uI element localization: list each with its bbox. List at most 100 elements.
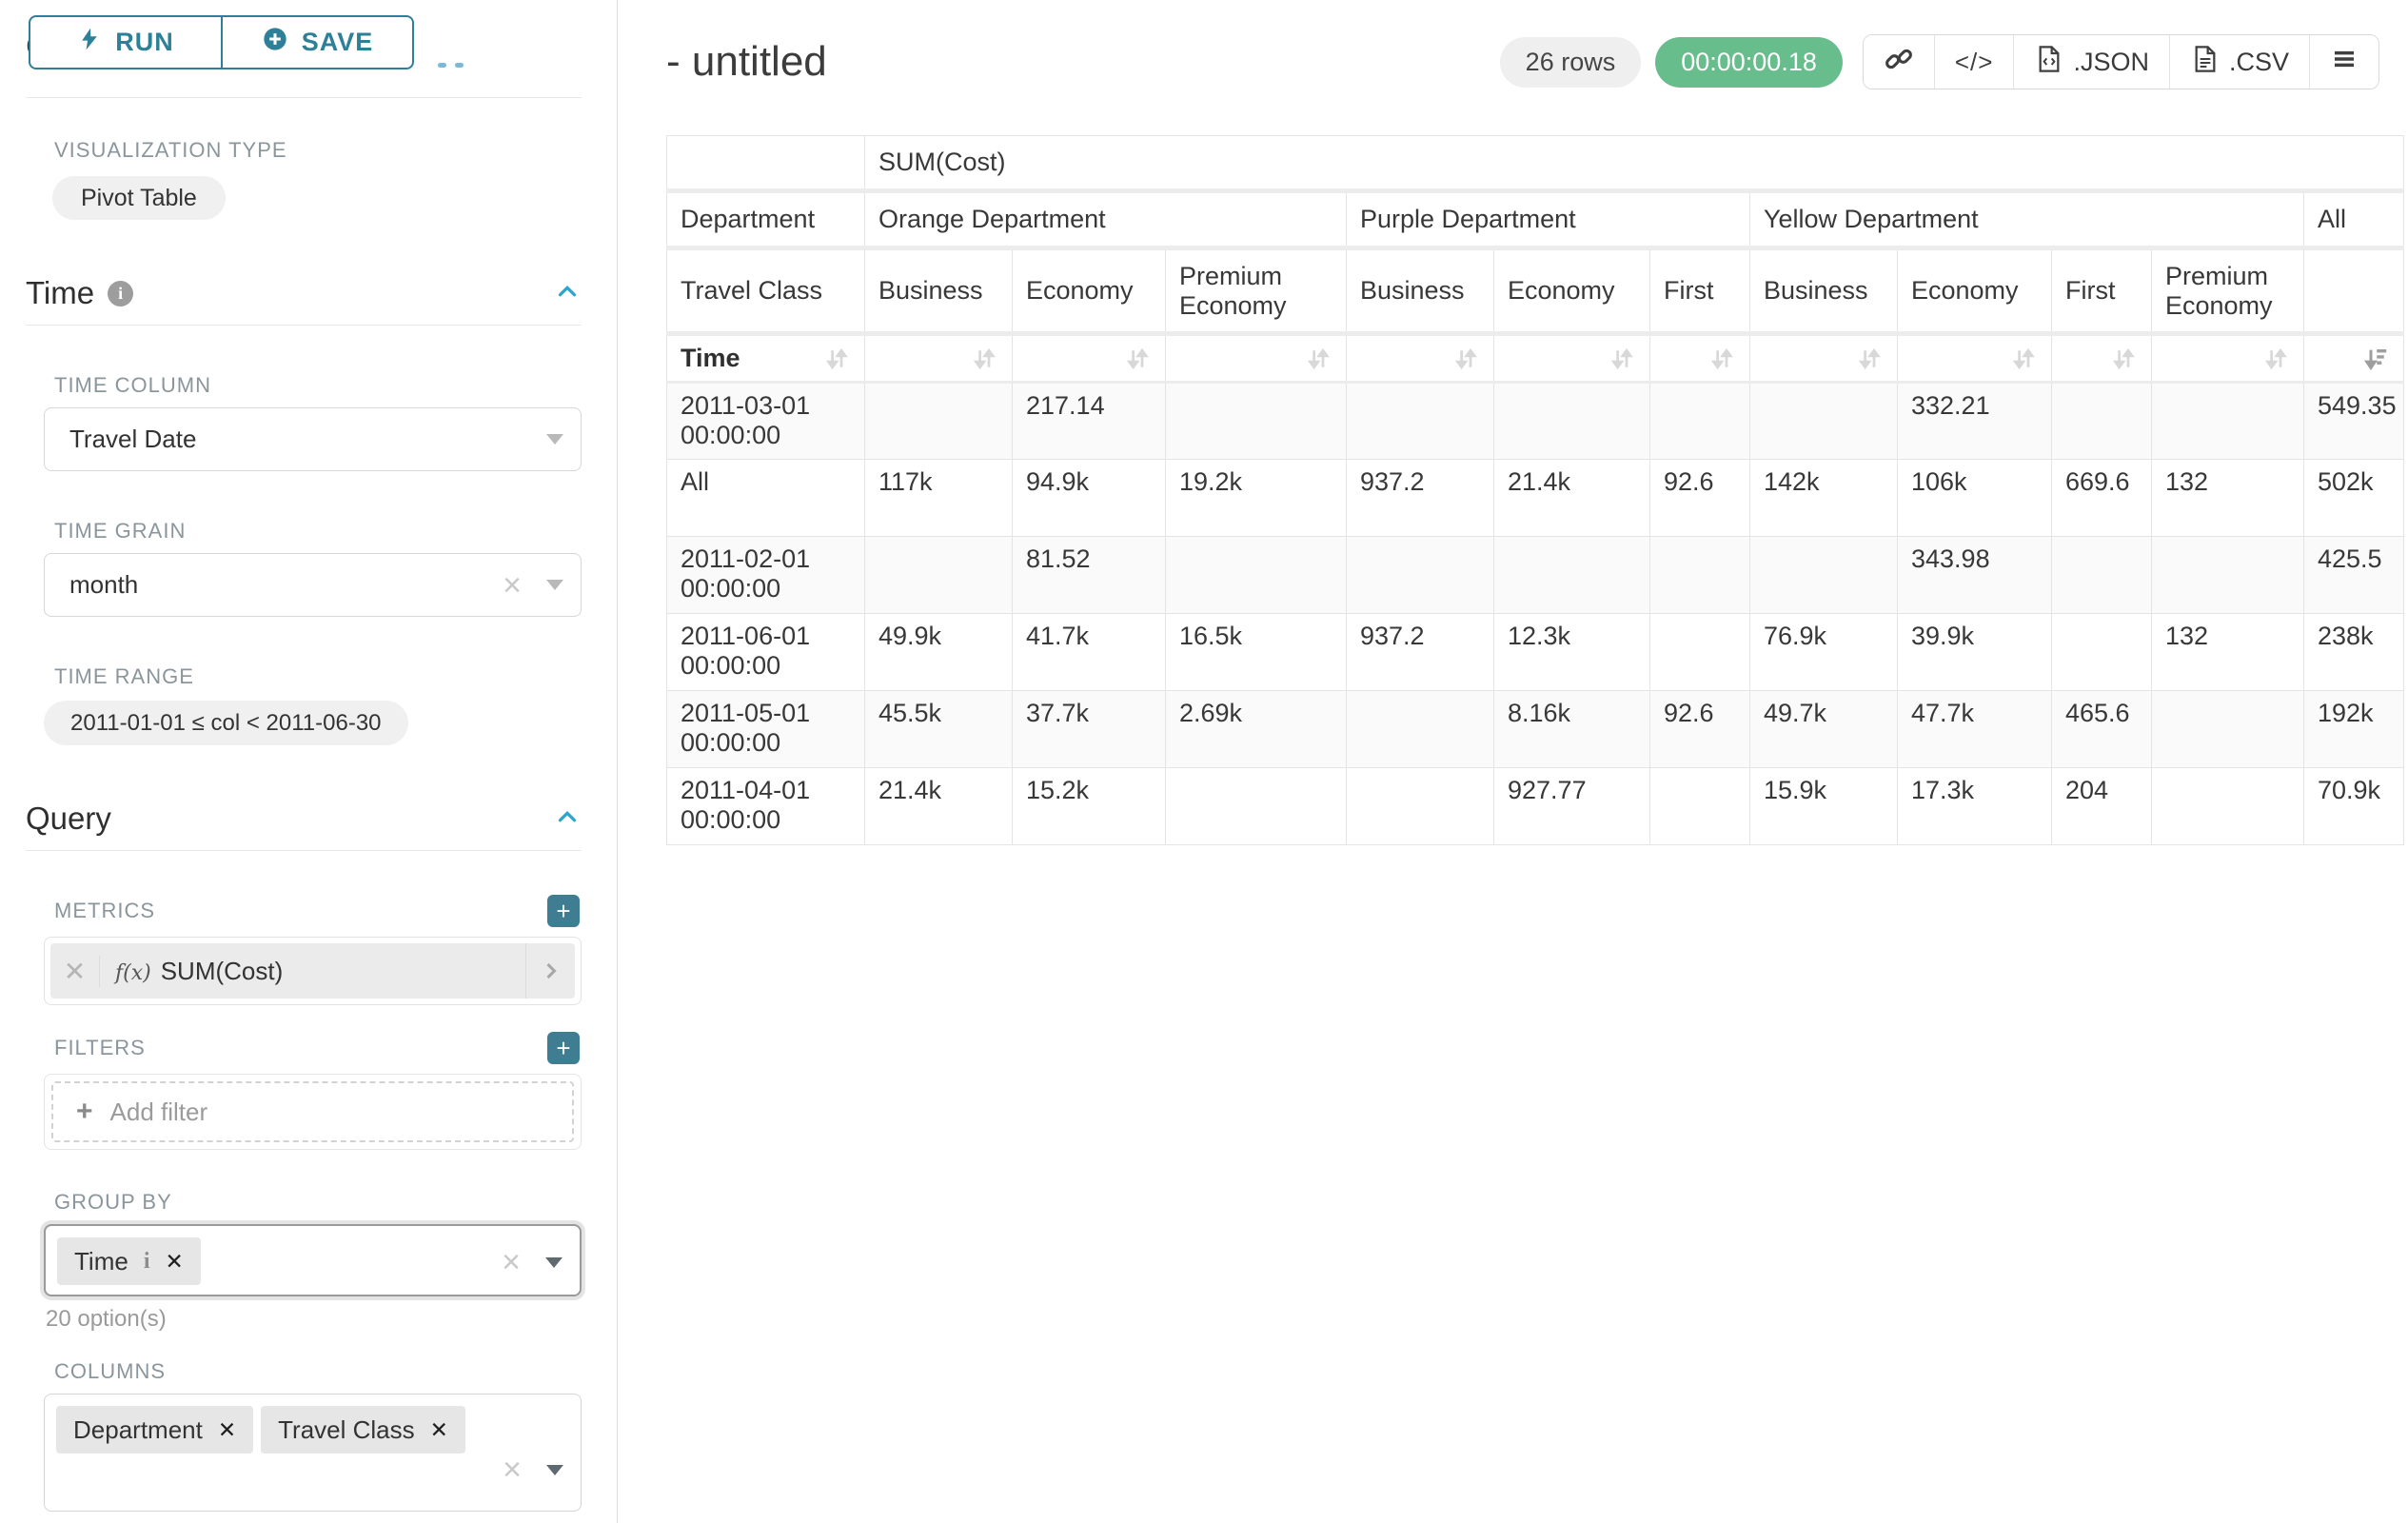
time-column-label: TIME COLUMN <box>54 373 582 398</box>
value-cell: 465.6 <box>2052 691 2152 768</box>
value-cell <box>1166 537 1347 614</box>
filters-label: FILTERS <box>54 1036 146 1060</box>
row-header-cell: 2011-03-01 00:00:00 <box>667 383 865 460</box>
group-by-select[interactable]: Timei✕ × <box>44 1224 582 1296</box>
column-sort-header[interactable] <box>1750 334 1898 383</box>
sort-icon[interactable] <box>2009 345 2038 373</box>
value-cell: 16.5k <box>1166 614 1347 691</box>
value-cell: 37.7k <box>1013 691 1166 768</box>
row-header-cell: 2011-02-01 00:00:00 <box>667 537 865 614</box>
columns-tag[interactable]: Department✕ <box>56 1406 253 1454</box>
value-cell <box>1166 768 1347 845</box>
time-grain-select[interactable]: month × <box>44 553 582 617</box>
chart-panel: - untitled 26 rows 00:00:00.18 </> <box>618 0 2408 1523</box>
lightning-bolt-icon <box>77 27 102 58</box>
group-by-label: GROUP BY <box>54 1190 582 1215</box>
embed-code-button[interactable]: </> <box>1934 35 2014 89</box>
metrics-control: ✕ f(x) SUM(Cost) <box>44 937 582 1005</box>
clear-icon[interactable]: × <box>503 569 522 602</box>
value-cell: 2.69k <box>1166 691 1347 768</box>
add-filter-plus-button[interactable]: + <box>547 1032 580 1064</box>
value-cell <box>1347 691 1494 768</box>
row-header-cell: 2011-05-01 00:00:00 <box>667 691 865 768</box>
clear-icon[interactable]: × <box>503 1454 522 1486</box>
value-cell: 49.9k <box>865 614 1013 691</box>
remove-tag-icon[interactable]: ✕ <box>165 1249 183 1275</box>
travel-class-header <box>2304 248 2404 334</box>
sort-icon[interactable] <box>1304 345 1332 373</box>
run-save-button-group: RUN SAVE <box>29 15 414 69</box>
row-dimension-sort-header[interactable]: Time <box>667 334 865 383</box>
chevron-up-icon[interactable] <box>553 277 582 310</box>
value-cell <box>1347 537 1494 614</box>
collapsed-chevron-fragment-icon <box>438 63 464 68</box>
column-sort-header[interactable] <box>1898 334 2052 383</box>
control-panel: Chart Type RUN SAVE VISUALIZATION TYPE P… <box>0 0 618 1523</box>
add-filter-button[interactable]: + Add filter <box>51 1081 574 1142</box>
metric-pill[interactable]: ✕ f(x) SUM(Cost) <box>50 943 575 999</box>
caret-down-icon <box>546 1465 563 1475</box>
value-cell: 12.3k <box>1494 614 1650 691</box>
value-cell: 937.2 <box>1347 460 1494 537</box>
sort-descending-active-icon[interactable] <box>2361 345 2390 373</box>
columns-select[interactable]: Department✕Travel Class✕ × <box>44 1394 582 1512</box>
add-metric-button[interactable]: + <box>547 895 580 927</box>
table-row: 2011-03-01 00:00:00217.14332.21549.35 <box>667 383 2404 460</box>
value-cell: 217.14 <box>1013 383 1166 460</box>
time-range-label: TIME RANGE <box>54 664 582 689</box>
column-sort-header[interactable] <box>1650 334 1750 383</box>
group-by-tag[interactable]: Timei✕ <box>57 1237 201 1285</box>
columns-tag[interactable]: Travel Class✕ <box>261 1406 465 1454</box>
remove-metric-icon[interactable]: ✕ <box>50 956 100 987</box>
chart-type-section: Chart Type RUN SAVE <box>26 0 582 98</box>
function-icon: f(x) <box>115 961 151 985</box>
sort-icon[interactable] <box>1451 345 1480 373</box>
sort-icon[interactable] <box>1707 345 1736 373</box>
run-button[interactable]: RUN <box>29 15 222 69</box>
column-sort-header[interactable] <box>865 334 1013 383</box>
copy-link-button[interactable] <box>1864 35 1934 89</box>
column-sort-header[interactable] <box>1166 334 1347 383</box>
time-range-pill[interactable]: 2011-01-01 ≤ col < 2011-06-30 <box>44 701 408 745</box>
value-cell: 502k <box>2304 460 2404 537</box>
chevron-up-icon[interactable] <box>553 802 582 836</box>
time-column-select[interactable]: Travel Date <box>44 407 582 471</box>
remove-tag-icon[interactable]: ✕ <box>218 1417 236 1443</box>
column-sort-header[interactable] <box>2304 334 2404 383</box>
column-sort-header[interactable] <box>1494 334 1650 383</box>
value-cell: 332.21 <box>1898 383 2052 460</box>
value-cell: 192k <box>2304 691 2404 768</box>
table-row: 2011-05-01 00:00:0045.5k37.7k2.69k8.16k9… <box>667 691 2404 768</box>
table-row: 2011-06-01 00:00:0049.9k41.7k16.5k937.21… <box>667 614 2404 691</box>
column-sort-header[interactable] <box>1013 334 1166 383</box>
value-cell <box>1650 383 1750 460</box>
metrics-label-row: METRICS + <box>26 895 582 927</box>
menu-button[interactable] <box>2309 35 2378 89</box>
sort-icon[interactable] <box>1855 345 1884 373</box>
travel-class-header: Economy <box>1013 248 1166 334</box>
time-grain-label: TIME GRAIN <box>54 519 582 544</box>
value-cell: 8.16k <box>1494 691 1650 768</box>
save-button[interactable]: SAVE <box>222 15 414 69</box>
sort-icon[interactable] <box>1608 345 1636 373</box>
value-cell: 47.7k <box>1898 691 2052 768</box>
export-json-button[interactable]: .JSON <box>2013 35 2169 89</box>
clear-icon[interactable]: × <box>502 1246 521 1278</box>
column-sort-header[interactable] <box>1347 334 1494 383</box>
sort-icon[interactable] <box>2261 345 2290 373</box>
export-csv-button[interactable]: .CSV <box>2169 35 2309 89</box>
sort-icon[interactable] <box>1123 345 1152 373</box>
column-sort-header[interactable] <box>2152 334 2304 383</box>
sort-icon[interactable] <box>822 345 851 373</box>
column-sort-header[interactable] <box>2052 334 2152 383</box>
visualization-type-pill[interactable]: Pivot Table <box>52 176 226 220</box>
remove-tag-icon[interactable]: ✕ <box>430 1417 448 1443</box>
sort-icon[interactable] <box>2109 345 2138 373</box>
value-cell: 142k <box>1750 460 1898 537</box>
expand-metric-icon[interactable] <box>525 943 575 999</box>
sort-icon[interactable] <box>970 345 998 373</box>
caret-down-icon <box>546 580 563 590</box>
query-section-heading: Query <box>26 801 582 851</box>
value-cell: 238k <box>2304 614 2404 691</box>
pivot-table-container: SUM(Cost)DepartmentOrange DepartmentPurp… <box>666 135 2408 845</box>
